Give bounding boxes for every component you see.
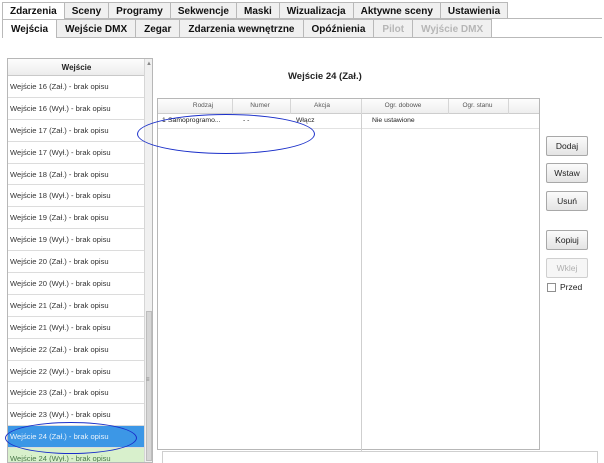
tab-opoznienia[interactable]: Opóźnienia: [302, 19, 375, 38]
tab-programy[interactable]: Programy: [108, 2, 171, 19]
tab-wyjscie-dmx: Wyjście DMX: [412, 19, 493, 38]
main-tab-bar: Zdarzenia Sceny Programy Sekwencje Maski…: [2, 2, 602, 19]
cell-ogr-dobowe[interactable]: Nie ustawione: [372, 117, 415, 124]
col-separator: [290, 99, 291, 114]
list-item[interactable]: Wejście 20 (Zał.) - brak opisu: [8, 251, 145, 274]
list-item[interactable]: Wejście 20 (Wył.) - brak opisu: [8, 273, 145, 295]
list-item[interactable]: Wejście 19 (Wył.) - brak opisu: [8, 229, 145, 252]
list-item[interactable]: Wejście 18 (Wył.) - brak opisu: [8, 185, 145, 208]
list-item[interactable]: Wejście 19 (Zał.) - brak opisu: [8, 207, 145, 230]
list-item[interactable]: Wejście 16 (Wył.) - brak opisu: [8, 98, 145, 120]
list-item[interactable]: Wejście 21 (Zał.) - brak opisu: [8, 295, 145, 317]
tab-pilot: Pilot: [373, 19, 414, 38]
scrollbar-grip-icon: ≡: [146, 377, 150, 383]
input-list-scrollbar[interactable]: ▲ ≡: [144, 59, 152, 462]
before-checkbox[interactable]: [547, 282, 556, 292]
input-list-header: Wejście: [8, 59, 145, 76]
tab-zdarzenia-wewnetrzne[interactable]: Zdarzenia wewnętrzne: [179, 19, 304, 38]
list-item[interactable]: Wejście 23 (Zał.) - brak opisu: [8, 382, 145, 405]
list-item[interactable]: Wejście 22 (Wył.) - brak opisu: [8, 361, 145, 383]
page-title: Wejście 24 (Zał.): [288, 71, 362, 82]
col-ogr-dobowe[interactable]: Ogr. dobowe: [363, 102, 443, 109]
input-list[interactable]: Wejście Wejście 16 (Zał.) - brak opisu We…: [7, 58, 153, 463]
before-checkbox-row[interactable]: Przed: [547, 282, 582, 292]
sub-tab-bar-filler: [491, 19, 603, 38]
tab-ustawienia[interactable]: Ustawienia: [439, 2, 509, 19]
col-separator: [508, 99, 509, 114]
col-separator: [448, 99, 449, 114]
list-item[interactable]: Wejście 17 (Zał.) - brak opisu: [8, 120, 145, 142]
tab-zegar[interactable]: Zegar: [135, 19, 181, 38]
tab-wizualizacja[interactable]: Wizualizacja: [278, 2, 354, 19]
tab-wejscie-dmx[interactable]: Wejście DMX: [56, 19, 137, 38]
tab-sekwencje[interactable]: Sekwencje: [169, 2, 237, 19]
grid-header: Rodzaj Numer Akcja Ogr. dobowe Ogr. stan…: [158, 99, 539, 114]
paste-button: Wklej: [546, 258, 588, 278]
col-numer[interactable]: Numer: [234, 102, 286, 109]
tab-maski[interactable]: Maski: [236, 2, 280, 19]
details-panel: [162, 451, 598, 463]
tab-bar-filler: [507, 2, 603, 19]
list-item[interactable]: Wejście 22 (Zał.) - brak opisu: [8, 339, 145, 361]
delete-button[interactable]: Usuń: [546, 191, 588, 211]
list-item[interactable]: Wejście 17 (Wył.) - brak opisu: [8, 142, 145, 164]
list-item[interactable]: Wejście 21 (Wył.) - brak opisu: [8, 317, 145, 339]
sub-tab-bar: Wejścia Wejście DMX Zegar Zdarzenia wewn…: [2, 19, 602, 38]
col-rodzaj[interactable]: Rodzaj: [178, 102, 228, 109]
insert-button[interactable]: Wstaw: [546, 163, 588, 183]
list-item[interactable]: Wejście 16 (Zał.) - brak opisu: [8, 76, 145, 98]
annotation-ellipse-row: [137, 114, 315, 154]
tab-aktywne-sceny[interactable]: Aktywne sceny: [352, 2, 441, 19]
col-ogr-stanu[interactable]: Ogr. stanu: [450, 102, 505, 109]
tab-wejscia[interactable]: Wejścia: [2, 19, 58, 38]
before-checkbox-label: Przed: [560, 282, 583, 292]
scrollbar-thumb[interactable]: [146, 311, 152, 461]
col-separator: [361, 99, 362, 114]
tab-zdarzenia[interactable]: Zdarzenia: [2, 2, 65, 19]
scroll-up-arrow-icon[interactable]: ▲: [146, 61, 152, 67]
col-akcja[interactable]: Akcja: [292, 102, 352, 109]
copy-button[interactable]: Kopiuj: [546, 230, 588, 250]
add-button[interactable]: Dodaj: [546, 136, 588, 156]
grid-divider: [361, 114, 362, 451]
input-list-items: Wejście 16 (Zał.) - brak opisu Wejście 16…: [8, 76, 145, 462]
col-separator: [232, 99, 233, 114]
list-item[interactable]: Wejście 18 (Zał.) - brak opisu: [8, 164, 145, 186]
annotation-ellipse-selected: [5, 422, 137, 454]
tab-sceny[interactable]: Sceny: [63, 2, 110, 19]
